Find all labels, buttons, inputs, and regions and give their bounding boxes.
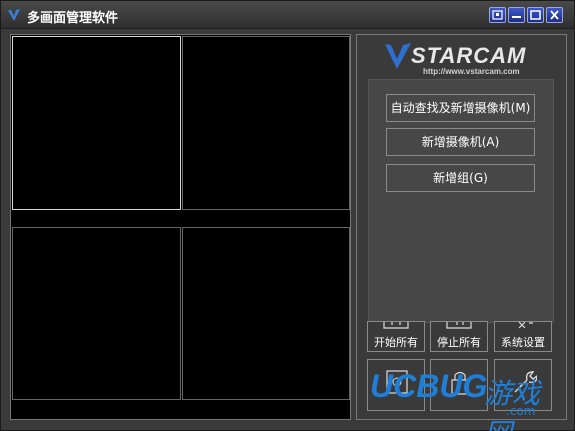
window-title: 多画面管理软件 [27,11,119,26]
close-icon[interactable] [546,7,563,23]
snapshot-button[interactable] [430,359,488,411]
stop-all-button[interactable]: 停止所有 [430,321,488,352]
brand-logo: STARCAM http://www.vstarcam.com [381,39,541,79]
video-cell-4[interactable] [182,227,350,400]
lock-icon [451,371,469,395]
pin-icon[interactable] [489,7,506,23]
add-camera-button[interactable]: 新增摄像机(A) [386,128,535,156]
action-panel: 自动查找及新增摄像机(M) 新增摄像机(A) 新增组(G) [368,79,554,323]
system-settings-label: 系统设置 [501,336,545,349]
app-window: 多画面管理软件 STARCAM http://www.vstarcam.com [0,0,575,431]
video-cell-2[interactable] [182,36,350,210]
system-settings-button[interactable]: 系统设置 [494,321,552,352]
settings-icon [518,321,533,329]
record-icon [386,370,408,394]
video-grid [10,34,351,420]
camera-icon [383,322,409,329]
stop-all-label: 停止所有 [437,336,481,349]
auto-find-add-camera-button[interactable]: 自动查找及新增摄像机(M) [386,94,535,122]
tools-button[interactable] [494,359,552,411]
vstarcam-logo-icon [385,43,411,69]
control-panel: STARCAM http://www.vstarcam.com 自动查找及新增摄… [356,34,567,420]
record-button[interactable] [367,359,425,411]
title-bar[interactable]: 多画面管理软件 [1,1,574,29]
camera-stop-icon [446,322,472,329]
brand-name: STARCAM [411,43,527,68]
video-cell-1[interactable] [12,36,181,210]
wrench-icon [514,371,537,393]
add-group-button[interactable]: 新增组(G) [386,164,535,192]
maximize-icon[interactable] [527,7,544,23]
brand-url: http://www.vstarcam.com [423,67,520,76]
minimize-icon[interactable] [508,7,525,23]
start-all-label: 开始所有 [374,336,418,349]
video-cell-3[interactable] [12,227,181,400]
app-logo-icon [8,9,20,21]
start-all-button[interactable]: 开始所有 [367,321,425,352]
